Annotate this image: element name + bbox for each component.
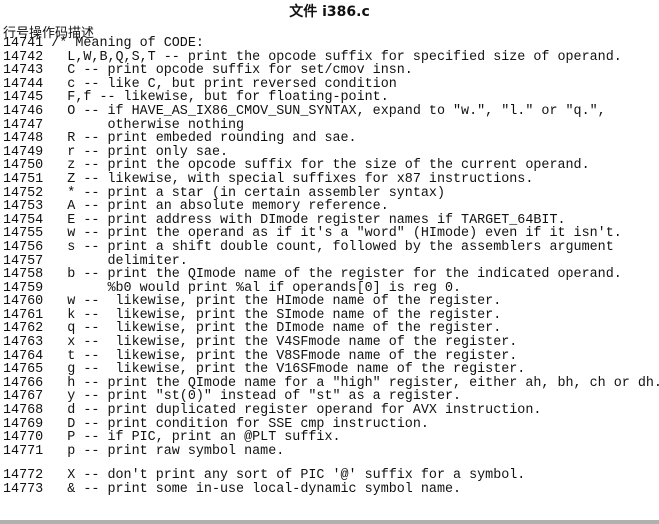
bottom-divider xyxy=(0,520,659,524)
code-line: 14765 g -- likewise, print the V16SFmode… xyxy=(3,363,659,377)
code-line: 14764 t -- likewise, print the V8SFmode … xyxy=(3,349,659,364)
code-line: 14760 w -- likewise, print the HImode na… xyxy=(3,295,659,309)
code-line: 14748 R -- print embeded rounding and sa… xyxy=(3,132,659,146)
line-text: & -- print some in-use local-dynamic sym… xyxy=(51,482,462,497)
code-line: 14772 X -- don't print any sort of PIC '… xyxy=(3,469,659,483)
line-text: p -- print raw symbol name. xyxy=(51,443,285,459)
code-line: 14742 L,W,B,Q,S,T -- print the opcode su… xyxy=(3,50,659,65)
code-line: 14743 C -- print opcode suffix for set/c… xyxy=(3,64,659,78)
code-line: 14756 s -- print a shift double count, f… xyxy=(3,241,659,255)
code-line: 14741 /* Meaning of CODE: xyxy=(3,37,659,51)
code-line: 14753 A -- print an absolute memory refe… xyxy=(3,200,659,214)
code-line: 14767 y -- print "st(0)" instead of "st"… xyxy=(3,390,659,404)
document-title: 文件 i386.c xyxy=(289,4,370,20)
code-listing: 14741 /* Meaning of CODE: 14742 L,W,B,Q,S… xyxy=(3,37,659,497)
code-line: 14758 b -- print the QImode name of the … xyxy=(3,268,659,282)
code-line: 14768 d -- print duplicated register ope… xyxy=(3,404,659,418)
line-number: 14771 xyxy=(3,443,44,459)
code-line: 14759 %b0 would print %al if operands[0]… xyxy=(3,281,659,296)
line-number: 14773 xyxy=(3,482,44,497)
code-line: 14761 k -- likewise, print the SImode na… xyxy=(3,309,659,323)
code-line: 14751 Z -- likewise, with special suffix… xyxy=(3,173,659,187)
code-line: 14771 p -- print raw symbol name. xyxy=(3,445,659,459)
code-line: 14770 P -- if PIC, print an @PLT suffix. xyxy=(3,431,659,445)
code-line: 14762 q -- likewise, print the DImode na… xyxy=(3,322,659,336)
code-line: 14773 & -- print some in-use local-dynam… xyxy=(3,483,659,497)
code-line: 14746 O -- if HAVE_AS_IX86_CMOV_SUN_SYNT… xyxy=(3,105,659,119)
code-line: 14763 x -- likewise, print the V4SFmode … xyxy=(3,336,659,350)
code-line: 14769 D -- print condition for SSE cmp i… xyxy=(3,417,659,432)
code-line: 14749 r -- print only sae. xyxy=(3,145,659,160)
code-line: 14747 otherwise nothing xyxy=(3,118,659,133)
code-line: 14766 h -- print the QImode name for a "… xyxy=(3,377,659,391)
code-line: 14754 E -- print address with DImode reg… xyxy=(3,213,659,228)
code-line: 14750 z -- print the opcode suffix for t… xyxy=(3,159,659,173)
code-line: 14745 F,f -- likewise, but for floating-… xyxy=(3,91,659,105)
code-line: 14752 * -- print a star (in certain asse… xyxy=(3,186,659,201)
code-line: 14744 c -- like C, but print reversed co… xyxy=(3,77,659,92)
code-line: 14755 w -- print the operand as if it's … xyxy=(3,227,659,241)
code-line: 14757 delimiter. xyxy=(3,254,659,269)
